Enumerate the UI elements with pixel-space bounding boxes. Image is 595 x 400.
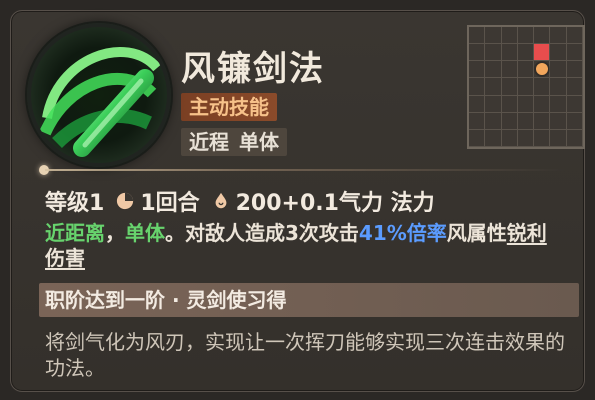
grid-cell [517, 129, 535, 147]
grid-cell [501, 129, 518, 147]
skill-stats: 等级1 1回合 200+0.1气力 法力 [45, 185, 435, 217]
grid-cell [550, 112, 567, 130]
grid-cell [517, 95, 535, 113]
skill-requirement: 职阶达到一阶 · 灵剑使习得 [39, 283, 579, 317]
skill-range-target: 近程 单体 [181, 128, 287, 156]
grid-cell [469, 95, 486, 113]
grid-cell [469, 61, 486, 79]
grid-cell [534, 95, 551, 113]
grid-cell [534, 112, 551, 130]
grid-cell [550, 61, 567, 79]
grid-cell [566, 78, 583, 96]
cost-stat: 200+0.1气力 法力 [212, 185, 435, 217]
divider [45, 169, 565, 171]
desc-target: 单体 [125, 221, 165, 245]
grid-cell [501, 27, 518, 45]
grid-cell [501, 95, 518, 113]
grid-cell [485, 78, 502, 96]
grid-cell [501, 112, 518, 130]
grid-cell [550, 129, 567, 147]
grid-cell [534, 78, 551, 96]
grid-cell [469, 27, 486, 45]
grid-cell [501, 44, 518, 62]
grid-cell [566, 112, 583, 130]
grid-cell [566, 129, 583, 147]
drop-icon [215, 192, 227, 209]
cooldown-stat: 1回合 [116, 185, 200, 217]
grid-cell [550, 78, 567, 96]
skill-type-badge: 主动技能 [181, 93, 277, 121]
grid-cell [485, 44, 502, 62]
grid-cell [550, 44, 567, 62]
attack-target-cell [534, 44, 551, 62]
grid-cell [566, 61, 583, 79]
skill-level: 等级1 [45, 191, 105, 216]
desc-multiplier: 41%倍率 [358, 221, 447, 245]
caster-position-dot [535, 63, 548, 76]
grid-cell [469, 44, 486, 62]
skill-name: 风镰剑法 [181, 49, 325, 89]
grid-cell [566, 44, 583, 62]
skill-tooltip-card: 风镰剑法 主动技能 近程 单体 等级1 1回合 200+0.1气力 法力 近距离，… [10, 10, 585, 392]
grid-cell [534, 61, 551, 79]
grid-cell [534, 27, 551, 45]
grid-cell [550, 95, 567, 113]
desc-effect: 。对敌人造成3次攻击 [165, 221, 359, 245]
grid-cell [501, 78, 518, 96]
skill-range: 近程 [189, 130, 229, 154]
grid-cell [566, 27, 583, 45]
grid-cell [550, 27, 567, 45]
grid-cell [485, 95, 502, 113]
grid-cell [469, 129, 486, 147]
cooldown-value: 1回合 [140, 191, 200, 216]
attack-range-grid [467, 25, 585, 149]
grid-cell [517, 27, 535, 45]
grid-cell [469, 78, 486, 96]
grid-cell [566, 95, 583, 113]
cost-value: 200+0.1气力 法力 [235, 191, 435, 216]
grid-cell [517, 78, 535, 96]
cooldown-icon [117, 192, 134, 210]
grid-cell [534, 129, 551, 147]
grid-cell [501, 61, 518, 79]
grid-cell [517, 61, 535, 79]
grid-cell [485, 27, 502, 45]
grid-cell [485, 112, 502, 130]
grid-cell [485, 61, 502, 79]
desc-range: 近距离 [45, 221, 105, 245]
desc-element: 风属性 [446, 221, 507, 245]
grid-cell [517, 44, 535, 62]
skill-icon [27, 23, 171, 167]
grid-cell [485, 129, 502, 147]
grid-cell [517, 112, 535, 130]
skill-target: 单体 [239, 130, 279, 154]
grid-cell [469, 112, 486, 130]
sword-icon [27, 23, 171, 167]
desc-sep: ， [105, 221, 125, 245]
skill-description: 近距离，单体。对敌人造成3次攻击41%倍率风属性锐利伤害 [45, 221, 565, 271]
skill-lore: 将剑气化为风刃，实现让一次挥刀能够实现三次连击效果的功法。 [45, 330, 565, 380]
